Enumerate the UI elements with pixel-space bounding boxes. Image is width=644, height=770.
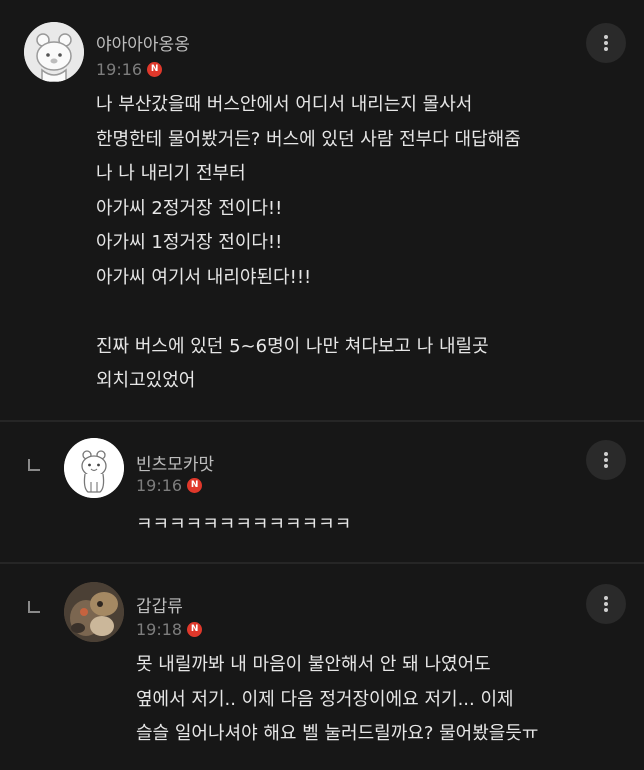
character-avatar-icon	[64, 438, 124, 498]
new-badge: N	[187, 622, 203, 637]
comment-meta: 19:16 N	[136, 476, 203, 495]
photo-avatar-icon	[64, 582, 124, 642]
reply-comment: 갑갑류 19:18 N 못 내릴까봐 내 마음이 불안해서 안 돼 나였어도 옆…	[0, 564, 644, 770]
reply-arrow-icon	[28, 601, 40, 613]
bear-avatar-icon	[24, 22, 84, 82]
more-vertical-icon	[604, 452, 608, 468]
comment-body: 나 부산갔을때 버스안에서 어디서 내리는지 몰사서 한명한테 물어봤거든? 버…	[96, 88, 521, 399]
comment-body: 못 내릴까봐 내 마음이 불안해서 안 돼 나였어도 옆에서 저기.. 이제 다…	[136, 648, 538, 752]
timestamp: 19:16	[136, 476, 183, 495]
avatar[interactable]	[64, 582, 124, 642]
new-badge: N	[147, 62, 163, 77]
username[interactable]: 야아아아옹옹	[96, 30, 190, 55]
comment: 야아아아옹옹 19:16 N 나 부산갔을때 버스안에서 어디서 내리는지 몰사…	[0, 0, 644, 420]
more-options-button[interactable]	[586, 440, 626, 480]
username[interactable]: 빈츠모카맛	[136, 450, 214, 475]
more-options-button[interactable]	[586, 584, 626, 624]
comment-line: 진짜 버스에 있던 5~6명이 나만 쳐다보고 나 내릴곳	[96, 335, 489, 357]
comment-line: 한명한테 물어봤거든? 버스에 있던 사람 전부다 대답해줌	[96, 128, 521, 150]
more-vertical-icon	[604, 35, 608, 51]
comment-line: 외치고있었어	[96, 370, 196, 391]
comment-line: ㅋㅋㅋㅋㅋㅋㅋㅋㅋㅋㅋㅋㅋ	[136, 514, 352, 535]
more-options-button[interactable]	[586, 23, 626, 63]
reply-arrow-icon	[28, 459, 40, 471]
comment-line: 나 나 내리기 전부터	[96, 163, 246, 184]
avatar[interactable]	[24, 22, 84, 82]
timestamp: 19:16	[96, 60, 143, 79]
more-vertical-icon	[604, 596, 608, 612]
comment-line: 옆에서 저기.. 이제 다음 정거장이에요 저기... 이제	[136, 688, 514, 710]
new-badge: N	[187, 478, 203, 493]
timestamp: 19:18	[136, 620, 183, 639]
username[interactable]: 갑갑류	[136, 592, 183, 617]
reply-comment: 빈츠모카맛 19:16 N ㅋㅋㅋㅋㅋㅋㅋㅋㅋㅋㅋㅋㅋ	[0, 422, 644, 562]
comment-body: ㅋㅋㅋㅋㅋㅋㅋㅋㅋㅋㅋㅋㅋ	[136, 508, 351, 543]
avatar[interactable]	[64, 438, 124, 498]
comment-meta: 19:16 N	[96, 60, 163, 79]
comment-line	[96, 295, 521, 330]
comment-line: 아가씨 1정거장 전이다!!	[96, 232, 283, 253]
comment-line: 못 내릴까봐 내 마음이 불안해서 안 돼 나였어도	[136, 654, 491, 675]
comment-meta: 19:18 N	[136, 620, 203, 639]
comment-line: 아가씨 여기서 내리야된다!!!	[96, 266, 312, 288]
comment-line: 나 부산갔을때 버스안에서 어디서 내리는지 몰사서	[96, 94, 473, 115]
comment-thread: 야아아아옹옹 19:16 N 나 부산갔을때 버스안에서 어디서 내리는지 몰사…	[0, 0, 644, 770]
comment-line: 슬슬 일어나셔야 해요 벨 눌러드릴까요? 물어봤을듯ㅠ	[136, 723, 539, 744]
comment-line: 아가씨 2정거장 전이다!!	[96, 197, 283, 219]
